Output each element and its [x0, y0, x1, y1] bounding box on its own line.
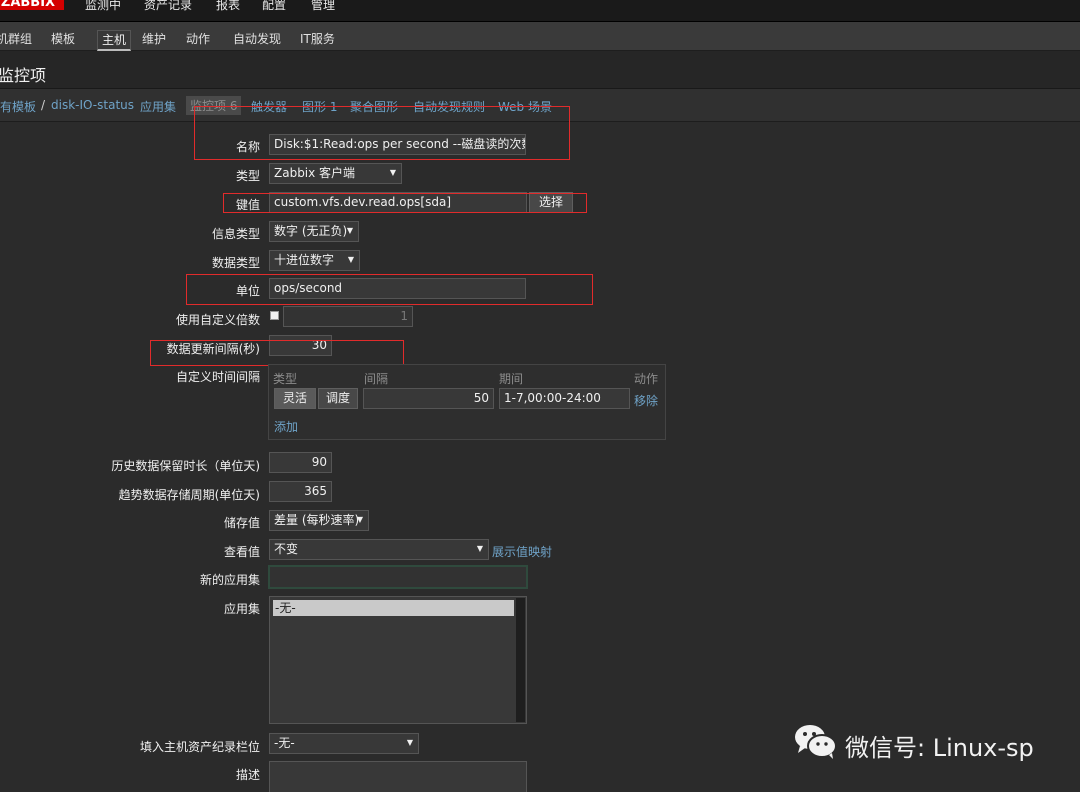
history-label: 历史数据保留时长（单位天) [111, 459, 260, 473]
chevron-down-icon: ▼ [346, 226, 353, 235]
description-label: 描述 [235, 768, 260, 782]
top-navigation-bar: ZABBIX 监测中 资产记录 报表 配置 管理 [0, 0, 1080, 22]
inventory-select[interactable]: -无- ▼ [269, 733, 419, 754]
highlight-box-interval [150, 340, 404, 366]
sub-navigation-bar: 机群组 模板 主机 维护 动作 自动发现 IT服务 [0, 22, 1080, 51]
store-select[interactable]: 差量 (每秒速率) ▼ [269, 510, 369, 531]
menu-inventory[interactable]: 资产记录 [144, 0, 192, 12]
chevron-down-icon: ▼ [347, 255, 354, 264]
custom-interval-input[interactable]: 50 [363, 388, 494, 409]
store-select-value: 差量 (每秒速率) [274, 513, 360, 527]
page-title: 监控项 [0, 66, 47, 85]
type-select-value: Zabbix 客户端 [274, 166, 356, 180]
breadcrumb-all-templates[interactable]: 所有模板 [0, 98, 36, 115]
applications-label: 应用集 [223, 602, 260, 616]
multiplier-label: 使用自定义倍数 [175, 313, 260, 327]
new-application-input[interactable] [268, 565, 528, 589]
custom-intervals-header-period: 期间 [499, 372, 524, 386]
info-type-label: 信息类型 [211, 227, 260, 241]
description-textarea[interactable] [269, 761, 527, 792]
highlight-box-key [223, 193, 587, 213]
menu-configuration[interactable]: 配置 [262, 0, 286, 12]
store-label: 储存值 [223, 516, 260, 530]
custom-period-input[interactable]: 1-7,00:00-24:00 [499, 388, 630, 409]
multiplier-checkbox[interactable] [270, 311, 279, 320]
flexible-toggle-button[interactable]: 灵活 [274, 388, 316, 409]
menu-reports[interactable]: 报表 [216, 0, 240, 12]
custom-intervals-header-type: 类型 [273, 372, 298, 386]
wechat-icon [795, 725, 837, 759]
type-select[interactable]: Zabbix 客户端 ▼ [269, 163, 402, 184]
trends-label: 趋势数据存储周期(单位天) [118, 488, 260, 502]
subnav-host-groups[interactable]: 机群组 [0, 30, 32, 47]
subnav-maintenance[interactable]: 维护 [142, 30, 166, 47]
subnav-discovery[interactable]: 自动发现 [233, 30, 281, 47]
custom-intervals-label: 自定义时间间隔 [175, 370, 260, 384]
subnav-actions[interactable]: 动作 [186, 30, 210, 47]
data-type-label: 数据类型 [211, 256, 260, 270]
tab-applications[interactable]: 应用集 [140, 98, 176, 115]
info-type-select[interactable]: 数字 (无正负) ▼ [269, 221, 359, 242]
applications-option-none[interactable]: -无- [273, 600, 514, 616]
add-interval-link[interactable]: 添加 [274, 418, 298, 435]
breadcrumb-template-name[interactable]: disk-IO-status [51, 98, 134, 112]
multiplier-input[interactable]: 1 [283, 306, 413, 327]
highlight-box-units [186, 274, 593, 305]
show-value-select-value: 不变 [274, 542, 299, 556]
data-type-select-value: 十进位数字 [274, 253, 335, 267]
custom-intervals-header-interval: 间隔 [364, 372, 389, 386]
custom-intervals-header-action: 动作 [634, 372, 659, 386]
subnav-templates[interactable]: 模板 [51, 30, 75, 47]
new-application-label: 新的应用集 [199, 573, 260, 587]
remove-interval-link[interactable]: 移除 [634, 392, 658, 409]
chevron-down-icon: ▼ [389, 168, 396, 177]
chevron-down-icon: ▼ [356, 515, 363, 524]
zabbix-logo[interactable]: ZABBIX [0, 0, 64, 10]
menu-monitoring[interactable]: 监测中 [85, 0, 121, 12]
applications-scrollbar[interactable] [516, 598, 525, 722]
inventory-label: 填入主机资产纪录栏位 [139, 740, 260, 754]
show-value-mapping-link[interactable]: 展示值映射 [492, 543, 552, 560]
info-type-select-value: 数字 (无正负) [274, 224, 348, 238]
show-value-label: 查看值 [223, 545, 260, 559]
page-title-bar: 监控项 [0, 51, 1080, 89]
applications-listbox[interactable]: -无- [269, 596, 527, 724]
inventory-select-value: -无- [274, 736, 295, 750]
data-type-select[interactable]: 十进位数字 ▼ [269, 250, 360, 271]
type-label: 类型 [235, 169, 260, 183]
watermark-text: 微信号: Linux-sp [845, 734, 1034, 762]
highlight-box-name [194, 106, 570, 160]
menu-administration[interactable]: 管理 [311, 0, 335, 12]
subnav-it-services[interactable]: IT服务 [300, 30, 335, 47]
history-input[interactable]: 90 [269, 452, 332, 473]
chevron-down-icon: ▼ [406, 738, 413, 747]
trends-input[interactable]: 365 [269, 481, 332, 502]
breadcrumb-separator: / [41, 98, 46, 112]
subnav-hosts[interactable]: 主机 [97, 30, 132, 51]
show-value-select[interactable]: 不变 ▼ [269, 539, 489, 560]
scheduling-toggle-button[interactable]: 调度 [318, 388, 358, 409]
chevron-down-icon: ▼ [476, 544, 483, 553]
